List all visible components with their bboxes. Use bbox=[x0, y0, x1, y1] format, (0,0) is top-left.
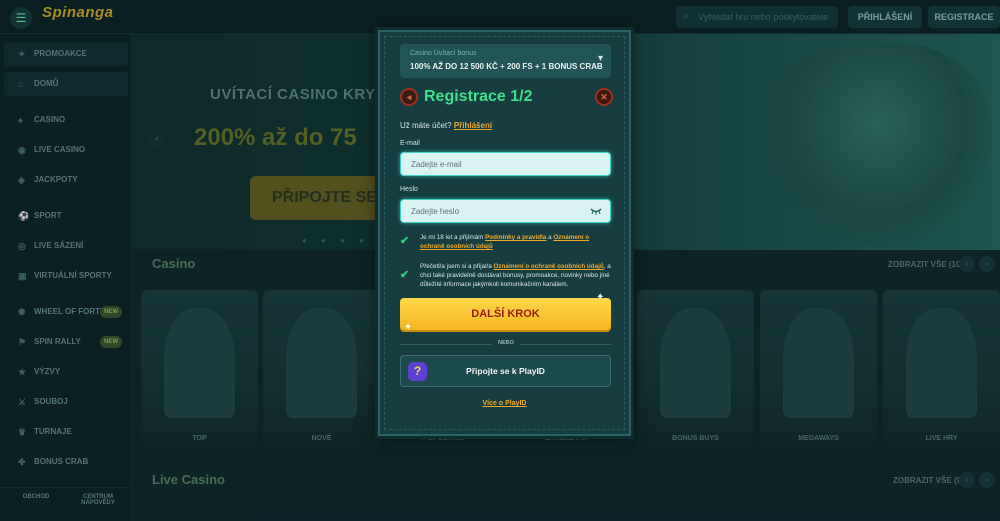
back-arrow-icon[interactable]: ◂ bbox=[400, 88, 418, 106]
or-divider: NEBO bbox=[400, 340, 611, 348]
email-field-wrapper bbox=[400, 152, 611, 176]
bonus-title: Casino Uvítací bonus bbox=[410, 50, 477, 57]
welcome-bonus-dropdown[interactable]: Casino Uvítací bonus 100% AŽ DO 12 500 K… bbox=[400, 44, 611, 78]
password-label: Heslo bbox=[400, 186, 418, 193]
have-account-label: Už máte účet? bbox=[400, 121, 452, 130]
playid-button[interactable]: ? Připojte se k PlayID bbox=[400, 355, 611, 387]
have-account-text: Už máte účet? Přihlášení bbox=[400, 121, 492, 130]
modal-title: Registrace 1/2 bbox=[424, 88, 533, 105]
registration-modal: Casino Uvítací bonus 100% AŽ DO 12 500 K… bbox=[378, 30, 631, 436]
sparkle-icon: ✦ bbox=[404, 322, 413, 333]
close-icon[interactable]: ✕ bbox=[595, 88, 613, 106]
terms-consent-text: Je mi 18 let a přijímám Podmínky a pravi… bbox=[420, 233, 612, 251]
email-field[interactable] bbox=[401, 153, 610, 175]
marketing-consent-text: Přečetl/a jsem si a přijal/a Oznámení o … bbox=[420, 262, 612, 290]
password-field-wrapper bbox=[400, 199, 611, 223]
sparkle-icon: ✦ bbox=[596, 292, 605, 303]
terms-checkbox[interactable]: ✔ bbox=[400, 236, 411, 247]
email-label: E-mail bbox=[400, 140, 420, 147]
next-step-button[interactable]: DALŠÍ KROK bbox=[400, 298, 611, 330]
eye-closed-icon[interactable] bbox=[590, 206, 602, 216]
terms-link[interactable]: Podmínky a pravidla bbox=[485, 234, 546, 241]
consent2-text-a: Přečetl/a jsem si a přijal/a bbox=[420, 263, 494, 270]
chevron-down-icon[interactable]: ▾ bbox=[598, 53, 603, 64]
more-playid-link[interactable]: Více o PlayID bbox=[380, 400, 629, 407]
or-text: NEBO bbox=[492, 340, 520, 346]
playid-button-label: Připojte se k PlayID bbox=[466, 366, 545, 376]
bonus-text: 100% AŽ DO 12 500 KČ + 200 FS + 1 BONUS … bbox=[410, 62, 603, 71]
privacy-link[interactable]: Oznámení o ochraně osobních údajů bbox=[494, 263, 604, 270]
consent1-text-a: Je mi 18 let a přijímám bbox=[420, 234, 486, 241]
password-field[interactable] bbox=[401, 200, 610, 222]
marketing-checkbox[interactable]: ✔ bbox=[400, 270, 411, 281]
login-link[interactable]: Přihlášení bbox=[454, 121, 492, 130]
